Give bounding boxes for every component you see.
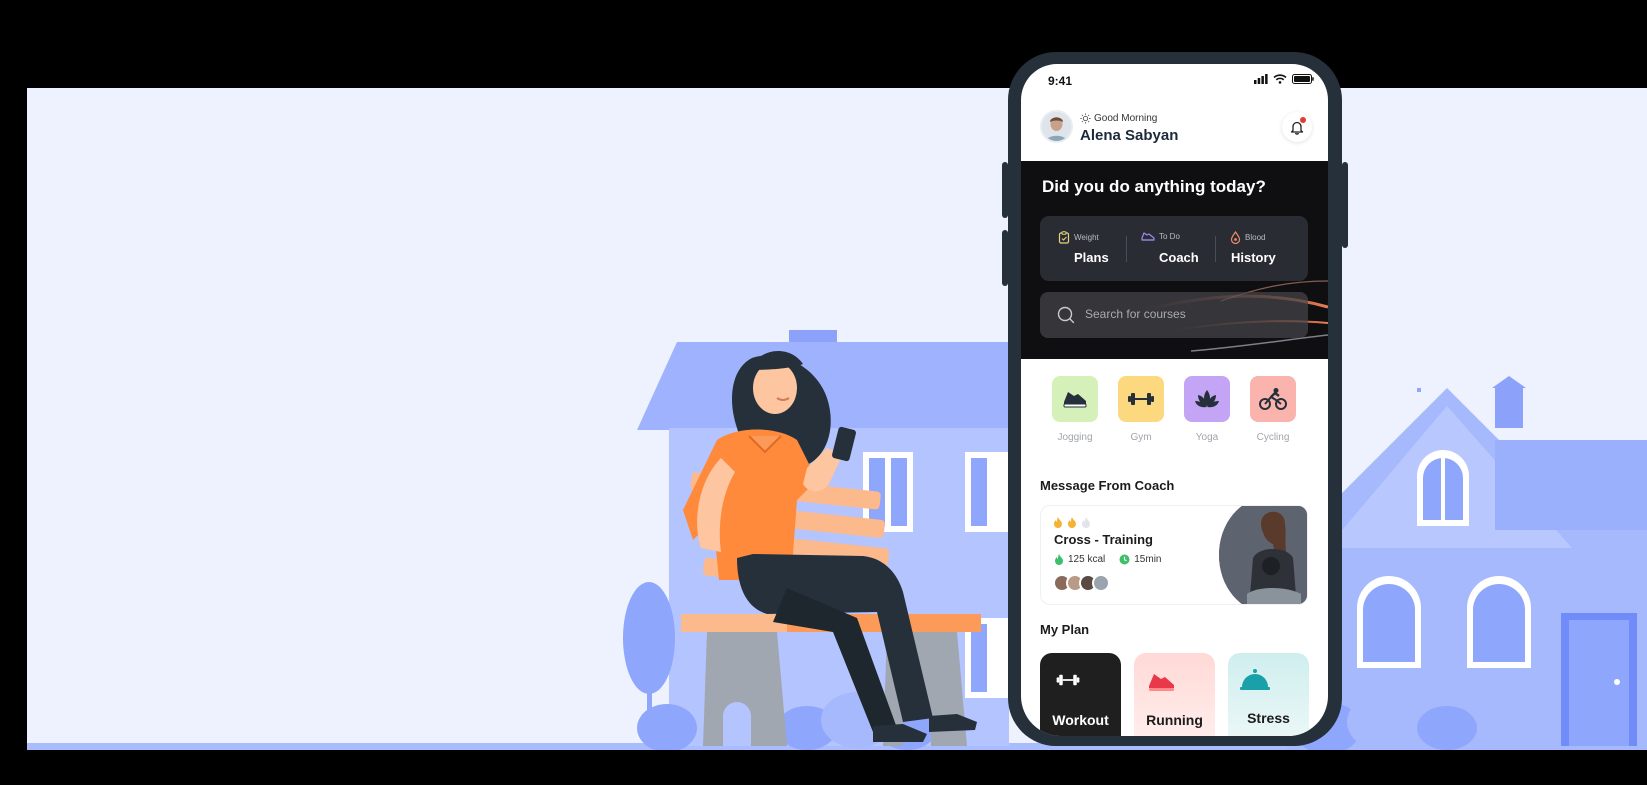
stats-card: Weight Plans To Do Coach Blood History: [1040, 216, 1308, 281]
sneaker-icon: [1063, 392, 1087, 408]
sneaker-icon: [1149, 674, 1174, 691]
plan-card-workout[interactable]: Workout: [1040, 653, 1121, 736]
stat-label: Weight: [1058, 231, 1099, 244]
category-cycling[interactable]: Cycling: [1250, 376, 1296, 443]
phone-mockup: 9:41 Good Morning Alena Sabyan Did you d…: [1002, 52, 1348, 746]
battery-icon: [1292, 74, 1314, 84]
bell-dome-icon: [1240, 669, 1270, 690]
status-icons: [1254, 74, 1314, 84]
flame-icon: [1082, 517, 1090, 528]
flame-icon: [1054, 517, 1062, 528]
category-gym[interactable]: Gym: [1118, 376, 1164, 443]
stat-value: History: [1231, 250, 1276, 265]
stat-todo[interactable]: To Do Coach: [1127, 216, 1215, 281]
coach-message-card[interactable]: Cross - Training 125 kcal 15min: [1040, 505, 1308, 605]
duration-meta: 15min: [1119, 553, 1162, 565]
lotus-icon: [1195, 390, 1219, 408]
greeting-header: Good Morning Alena Sabyan: [1021, 108, 1328, 152]
participant-avatars: [1053, 574, 1110, 592]
status-time: 9:41: [1048, 74, 1073, 88]
stat-label: To Do: [1141, 231, 1180, 242]
participant-avatar: [1092, 574, 1110, 592]
greeting-line: Good Morning: [1080, 113, 1157, 124]
search-icon: [1057, 306, 1075, 324]
plan-label: Running: [1146, 712, 1203, 728]
calories-meta: 125 kcal: [1054, 553, 1105, 565]
coach-card-meta: 125 kcal 15min: [1054, 553, 1162, 565]
flame-icon: [1068, 517, 1076, 528]
stat-weight[interactable]: Weight Plans: [1040, 216, 1125, 281]
coach-card-title: Cross - Training: [1054, 532, 1153, 547]
stat-blood[interactable]: Blood History: [1216, 216, 1308, 281]
wifi-icon: [1273, 74, 1287, 84]
plan-section-title: My Plan: [1040, 622, 1090, 637]
category-jogging[interactable]: Jogging: [1052, 376, 1098, 443]
cyclist-icon: [1259, 388, 1287, 410]
category-label: Yoga: [1195, 432, 1219, 443]
clock-icon: [1119, 554, 1130, 564]
category-label: Gym: [1130, 432, 1152, 443]
coach-photo: [1219, 506, 1307, 604]
hero-title: Did you do anything today?: [1042, 177, 1266, 196]
user-name: Alena Sabyan: [1080, 127, 1179, 144]
signal-icon: [1254, 74, 1268, 84]
coach-section-title: Message From Coach: [1040, 478, 1175, 493]
flame-icon: [1055, 554, 1063, 565]
sun-icon: [1080, 113, 1091, 124]
status-bar: 9:41: [1021, 64, 1328, 98]
category-label: Cycling: [1256, 432, 1290, 443]
sneaker-icon: [1141, 232, 1155, 241]
illustration-scene: [27, 330, 1647, 750]
category-tile: [1118, 376, 1164, 422]
category-tile: [1052, 376, 1098, 422]
phone-screen: 9:41 Good Morning Alena Sabyan Did you d…: [1021, 64, 1328, 736]
dumbbell-icon: [1128, 393, 1154, 405]
stat-label: Blood: [1230, 231, 1265, 244]
blood-drop-icon: [1230, 231, 1241, 244]
avatar[interactable]: [1040, 110, 1073, 143]
phone-side-button: [1002, 162, 1008, 218]
activity-hero: Did you do anything today? Weight Plans: [1021, 161, 1328, 359]
phone-side-button: [1002, 230, 1008, 286]
category-row: Jogging Gym Yoga Cycling: [1021, 376, 1328, 456]
coach-image: [1219, 506, 1307, 604]
category-label: Jogging: [1057, 432, 1093, 443]
clipboard-icon: [1058, 231, 1070, 244]
category-tile: [1250, 376, 1296, 422]
plan-card-stress[interactable]: Stress: [1228, 653, 1309, 736]
dumbbell-icon: [1056, 674, 1080, 686]
notification-button[interactable]: [1282, 112, 1312, 142]
search-input[interactable]: Search for courses: [1040, 292, 1308, 338]
notification-dot: [1300, 117, 1306, 123]
category-yoga[interactable]: Yoga: [1184, 376, 1230, 443]
stat-value: Plans: [1074, 250, 1109, 265]
plan-label: Stress: [1247, 710, 1290, 726]
hero-banner: [27, 88, 1647, 750]
greeting-text: Good Morning: [1094, 113, 1158, 124]
intensity-rating: [1053, 516, 1091, 528]
phone-side-button: [1342, 162, 1348, 248]
category-tile: [1184, 376, 1230, 422]
plan-label: Workout: [1052, 712, 1109, 728]
search-placeholder: Search for courses: [1085, 307, 1186, 321]
plan-card-running[interactable]: Running: [1134, 653, 1215, 736]
stage: 9:41 Good Morning Alena Sabyan Did you d…: [0, 0, 1647, 785]
stat-value: Coach: [1159, 250, 1199, 265]
avatar-image: [1042, 112, 1071, 141]
